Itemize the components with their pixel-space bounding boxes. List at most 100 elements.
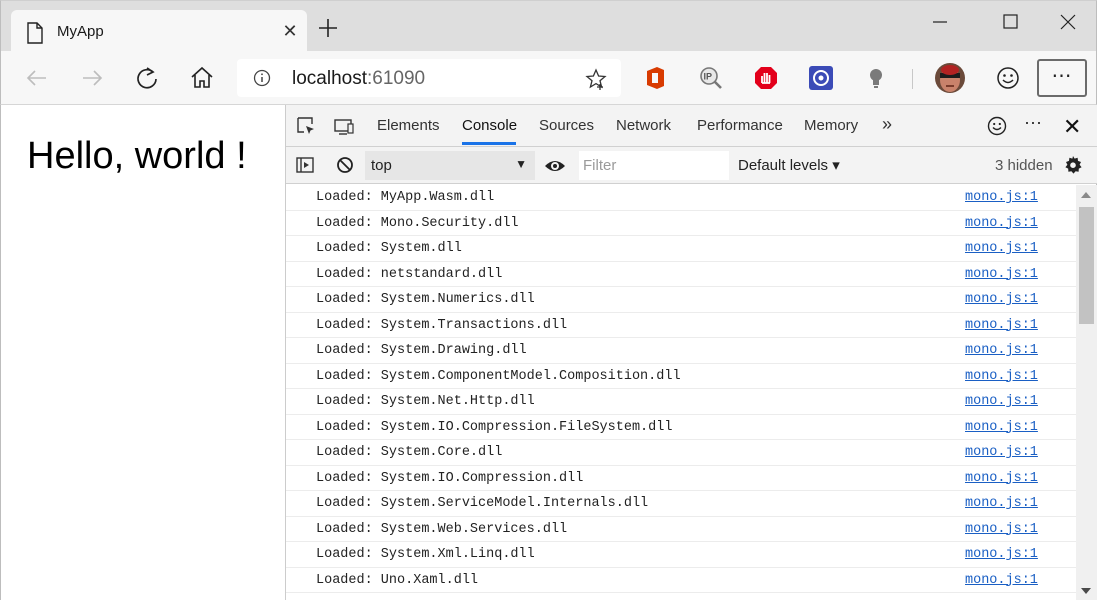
source-link[interactable]: mono.js:1	[965, 369, 1038, 384]
star-icon[interactable]	[585, 68, 607, 90]
console-message: Loaded: netstandard.dll	[316, 266, 503, 282]
source-link[interactable]: mono.js:1	[965, 496, 1038, 511]
tab-sources[interactable]: Sources	[539, 117, 594, 134]
settings-more-button[interactable]: ⋯	[1037, 59, 1087, 97]
clear-console-icon[interactable]	[335, 155, 355, 175]
scrollbar-thumb[interactable]	[1079, 207, 1094, 324]
page-heading: Hello, world !	[27, 135, 247, 177]
ip-lookup-icon[interactable]: IP	[698, 65, 724, 91]
refresh-icon[interactable]	[133, 64, 161, 92]
info-icon[interactable]	[253, 69, 271, 87]
console-row: Loaded: System.Net.Http.dll mono.js:1	[286, 389, 1076, 415]
url-text[interactable]: localhost:61090	[292, 68, 425, 90]
tab-elements[interactable]: Elements	[377, 117, 440, 134]
navigation-bar: localhost:61090 IP ⋯	[0, 51, 1097, 105]
console-row: Loaded: System.Core.dll mono.js:1	[286, 440, 1076, 466]
tab-network[interactable]: Network	[616, 117, 671, 134]
device-emulation-icon[interactable]	[333, 115, 355, 137]
gear-icon[interactable]	[1063, 155, 1083, 175]
console-message: Loaded: System.dll	[316, 241, 462, 256]
console-row: Loaded: Uno.Xaml.dll mono.js:1	[286, 568, 1076, 593]
context-value: top	[371, 157, 392, 174]
source-link[interactable]: mono.js:1	[965, 420, 1038, 435]
console-message: Loaded: System.Xml.Linq.dll	[316, 547, 535, 562]
avatar[interactable]	[935, 63, 965, 93]
source-link[interactable]: mono.js:1	[965, 471, 1038, 486]
svg-text:IP: IP	[704, 72, 713, 82]
console-message: Loaded: System.Web.Services.dll	[316, 521, 568, 537]
source-link[interactable]: mono.js:1	[965, 394, 1038, 409]
tab-console[interactable]: Console	[462, 117, 517, 134]
console-row: Loaded: System.Xml.Linq.dll mono.js:1	[286, 542, 1076, 568]
back-arrow-icon[interactable]	[23, 64, 51, 92]
console-scrollbar[interactable]	[1076, 185, 1097, 600]
active-tab-indicator	[462, 142, 516, 145]
devtools-panel: Elements Console Sources Network Perform…	[285, 105, 1097, 600]
source-link[interactable]: mono.js:1	[965, 292, 1038, 307]
source-link[interactable]: mono.js:1	[965, 573, 1038, 588]
console-row: Loaded: System.Transactions.dll mono.js:1	[286, 313, 1076, 338]
scroll-down-arrow-icon[interactable]	[1081, 588, 1091, 594]
smiley-icon[interactable]	[994, 64, 1022, 92]
console-message: Loaded: System.Net.Http.dll	[316, 394, 535, 409]
title-bar: MyApp ✕	[0, 0, 1097, 52]
scroll-up-arrow-icon[interactable]	[1081, 192, 1091, 198]
source-link[interactable]: mono.js:1	[965, 522, 1038, 537]
console-message: Loaded: Mono.Security.dll	[316, 215, 519, 231]
console-sidebar-icon[interactable]	[295, 155, 315, 175]
source-link[interactable]: mono.js:1	[965, 190, 1038, 205]
chevron-down-icon: ▼	[515, 157, 527, 171]
console-row: Loaded: System.ComponentModel.Compositio…	[286, 364, 1076, 389]
office-icon[interactable]	[643, 65, 669, 91]
devtools-tab-bar: Elements Console Sources Network Perform…	[286, 105, 1097, 147]
context-selector[interactable]: top ▼	[365, 151, 535, 180]
console-message: Loaded: System.IO.Compression.dll	[316, 470, 584, 486]
console-toolbar: top ▼ Default levels ▾ 3 hidden	[286, 147, 1097, 184]
console-message: Loaded: System.Drawing.dll	[316, 343, 527, 358]
circle-extension-icon[interactable]	[808, 65, 834, 91]
devtools-close-button[interactable]: ✕	[1063, 114, 1081, 140]
window-close-button[interactable]	[1045, 9, 1091, 35]
feedback-smiley-icon[interactable]	[986, 115, 1008, 137]
maximize-button[interactable]	[988, 9, 1034, 35]
console-message: Loaded: System.IO.Compression.FileSystem…	[316, 419, 673, 435]
tab-title: MyApp	[57, 23, 104, 40]
console-row: Loaded: System.Web.Services.dll mono.js:1	[286, 517, 1076, 542]
console-row: Loaded: System.IO.Compression.dll mono.js…	[286, 466, 1076, 491]
source-link[interactable]: mono.js:1	[965, 547, 1038, 562]
console-row: Loaded: System.Numerics.dll mono.js:1	[286, 287, 1076, 313]
inspect-element-icon[interactable]	[295, 115, 317, 137]
source-link[interactable]: mono.js:1	[965, 267, 1038, 282]
console-message: Loaded: System.ServiceModel.Internals.dl…	[316, 496, 649, 511]
home-icon[interactable]	[188, 64, 216, 92]
log-levels-dropdown[interactable]: Default levels ▾	[738, 156, 840, 174]
adblock-icon[interactable]	[753, 65, 779, 91]
source-link[interactable]: mono.js:1	[965, 343, 1038, 358]
console-row: Loaded: MyApp.Wasm.dll mono.js:1	[286, 185, 1076, 211]
forward-arrow-icon[interactable]	[78, 64, 106, 92]
tab-close-button[interactable]: ✕	[279, 20, 301, 42]
browser-tab[interactable]: MyApp ✕	[11, 10, 307, 52]
console-log: Loaded: MyApp.Wasm.dll mono.js:1 Loaded: M…	[286, 185, 1076, 600]
tab-performance[interactable]: Performance	[697, 117, 783, 134]
address-bar[interactable]: localhost:61090	[237, 59, 621, 97]
lightbulb-icon[interactable]	[863, 65, 889, 91]
filter-input[interactable]	[579, 151, 729, 180]
source-link[interactable]: mono.js:1	[965, 241, 1038, 256]
console-row: Loaded: System.ServiceModel.Internals.dl…	[286, 491, 1076, 517]
devtools-menu-button[interactable]: ⋯	[1024, 113, 1043, 134]
minimize-button[interactable]	[918, 9, 964, 35]
source-link[interactable]: mono.js:1	[965, 445, 1038, 460]
console-message: Loaded: Uno.Xaml.dll	[316, 572, 479, 588]
new-tab-button[interactable]	[317, 17, 339, 39]
live-expression-eye-icon[interactable]	[544, 156, 566, 176]
tab-memory[interactable]: Memory	[804, 117, 858, 134]
source-link[interactable]: mono.js:1	[965, 216, 1038, 231]
console-message: Loaded: System.Numerics.dll	[316, 292, 535, 307]
console-row: Loaded: System.dll mono.js:1	[286, 236, 1076, 262]
source-link[interactable]: mono.js:1	[965, 318, 1038, 333]
console-message: Loaded: System.ComponentModel.Compositio…	[316, 368, 681, 384]
console-row: Loaded: Mono.Security.dll mono.js:1	[286, 211, 1076, 236]
more-tabs-button[interactable]: »	[882, 114, 892, 135]
console-row: Loaded: System.Drawing.dll mono.js:1	[286, 338, 1076, 364]
